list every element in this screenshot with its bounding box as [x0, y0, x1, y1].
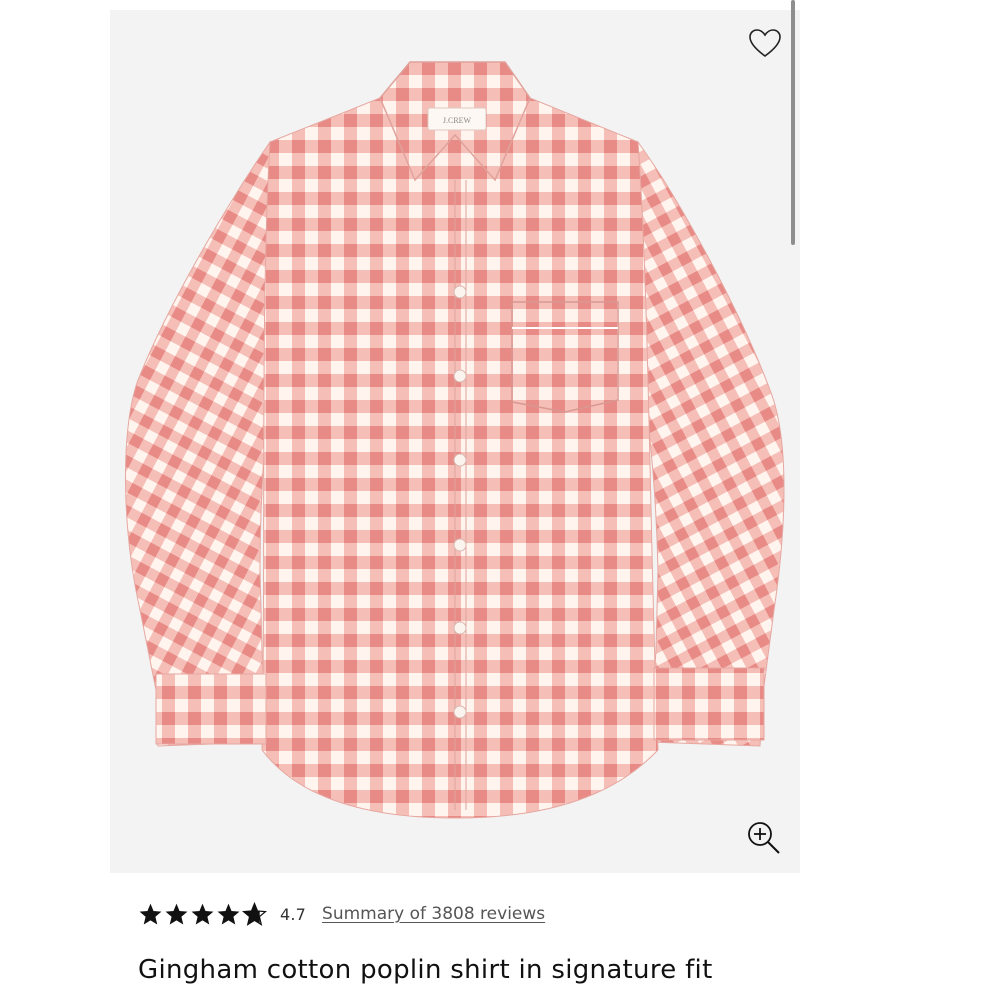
star-rating — [138, 901, 268, 927]
product-image[interactable]: J.CREW — [110, 10, 800, 873]
wishlist-heart-button[interactable] — [748, 28, 782, 58]
zoom-in-icon — [748, 822, 780, 854]
star-icon — [165, 903, 188, 924]
reviews-summary-link[interactable]: Summary of 3808 reviews — [322, 904, 545, 924]
product-title: Gingham cotton poplin shirt in signature… — [138, 955, 713, 985]
rating-value: 4.7 — [280, 904, 307, 924]
star-icon — [191, 903, 214, 924]
heart-icon — [749, 29, 781, 57]
star-icon — [242, 901, 267, 926]
star-icon — [139, 903, 162, 924]
star-icon — [217, 903, 240, 924]
scrollbar-thumb[interactable] — [791, 0, 795, 245]
zoom-button[interactable] — [746, 820, 782, 856]
rating-row: 4.7 Summary of 3808 reviews — [138, 898, 545, 930]
brand-label: J.CREW — [443, 116, 472, 125]
shirt-illustration: J.CREW — [125, 61, 785, 819]
